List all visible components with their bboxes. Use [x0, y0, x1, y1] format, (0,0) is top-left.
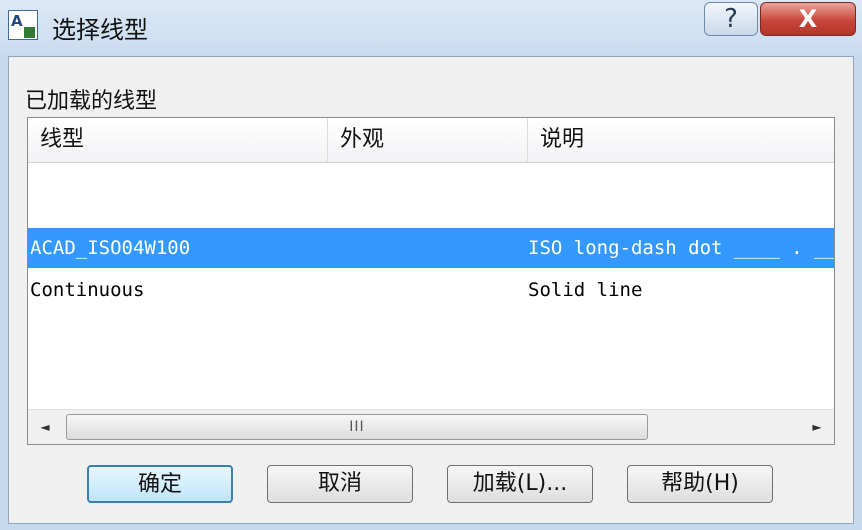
- column-header-linetype[interactable]: 线型: [28, 118, 328, 162]
- close-button[interactable]: X: [760, 2, 856, 36]
- list-header: 线型 外观 说明: [28, 118, 834, 163]
- column-header-description[interactable]: 说明: [528, 118, 834, 162]
- help-button[interactable]: 帮助(H): [627, 465, 773, 503]
- title-bar: A 选择线型 ? X: [0, 0, 862, 52]
- scroll-left-arrow-icon[interactable]: ◄: [28, 410, 62, 444]
- linetype-list[interactable]: 线型 外观 说明 ACAD_ISO04W100 ISO long-dash do…: [27, 117, 835, 445]
- scrollbar-thumb[interactable]: III: [66, 414, 648, 440]
- load-button[interactable]: 加载(L)...: [447, 465, 593, 503]
- linetype-description: ISO long-dash dot ____ . ____ . ____ . _…: [528, 237, 834, 259]
- help-title-button[interactable]: ?: [704, 2, 758, 36]
- horizontal-scrollbar[interactable]: ◄ III ►: [28, 409, 834, 444]
- cancel-button[interactable]: 取消: [267, 465, 413, 503]
- ok-button[interactable]: 确定: [87, 465, 233, 503]
- list-item-continuous[interactable]: Continuous Solid line: [28, 270, 834, 310]
- loaded-linetypes-label: 已加载的线型: [25, 89, 158, 114]
- column-header-appearance[interactable]: 外观: [328, 118, 528, 162]
- list-item-acad-iso04w100[interactable]: ACAD_ISO04W100 ISO long-dash dot ____ . …: [28, 228, 834, 268]
- dialog-client-area: 已加载的线型 线型 外观 说明 ACAD_ISO04W100 ISO long-…: [8, 56, 854, 524]
- scroll-right-arrow-icon[interactable]: ►: [800, 410, 834, 444]
- dialog-title: 选择线型: [52, 16, 148, 44]
- select-linetype-dialog: A 选择线型 ? X 已加载的线型 线型 外观 说明 ACAD_ISO04W10…: [0, 0, 862, 530]
- linetype-description: Solid line: [528, 279, 643, 301]
- linetype-name: Continuous: [30, 279, 145, 301]
- autocad-app-icon: A: [8, 10, 38, 40]
- linetype-name: ACAD_ISO04W100: [30, 237, 191, 259]
